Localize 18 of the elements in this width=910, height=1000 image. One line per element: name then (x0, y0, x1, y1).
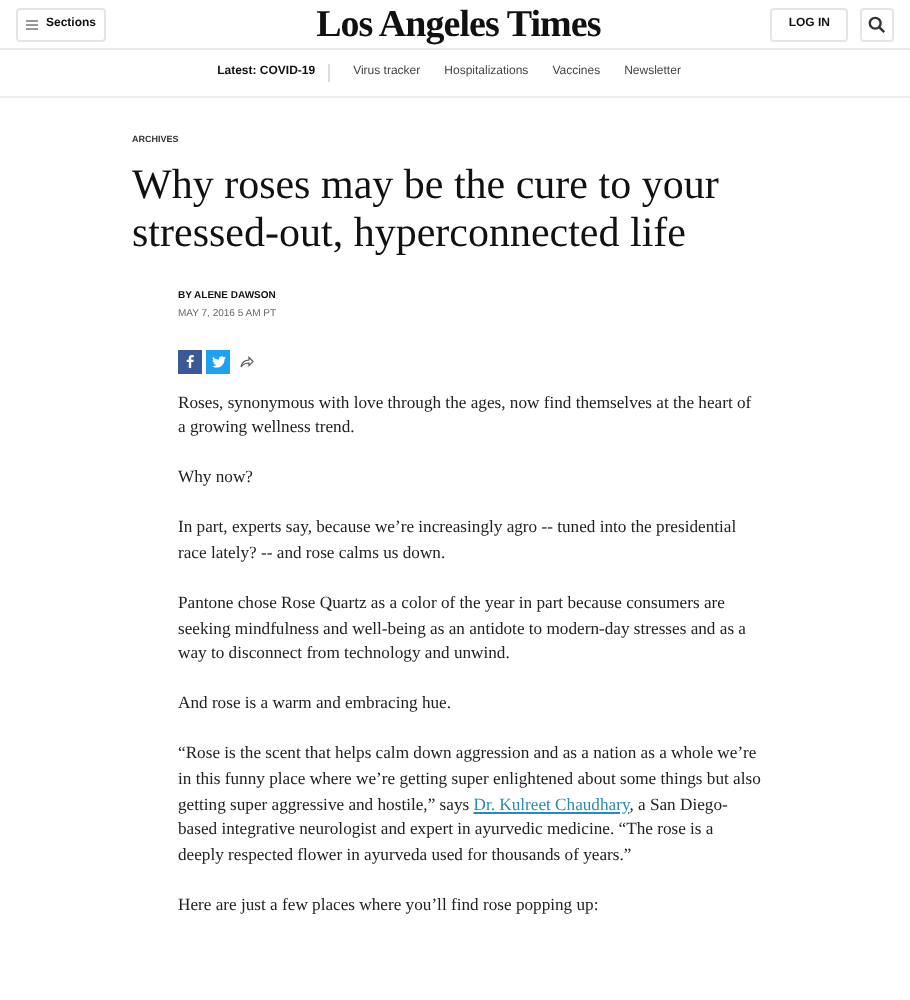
paragraph: “Rose is the scent that helps calm down aggression and as a nation as a whole we’re in this funny place where we’re getting super enlightened about some things but also getting super aggressive and hostile,” says Dr. Kulreet Chaudhary, a San Diego-based integrative neurologist and expert in ayurvedic medicine. “The rose is a deeply respected flower in ayurveda used for thousands of years.” (178, 740, 762, 867)
menu-icon (26, 19, 38, 29)
bird-icon (211, 355, 225, 367)
paragraph: In part, experts say, because we’re increasingly agro -- tuned into the presidential race lately? -- and rose calms us down. (178, 514, 739, 565)
link[interactable]: Dr. Kulreet Chaudhary (473, 793, 630, 814)
facebook-button[interactable] (178, 349, 202, 373)
search-button[interactable] (859, 7, 894, 41)
paragraph: Roses, synonymous with love through the ages, now find themselves at the heart of a growing wellness trend. (178, 389, 754, 440)
paragraph: And rose is a warm and embracing hue. (178, 690, 454, 716)
logo[interactable]: Los Angeles Times (316, 5, 601, 43)
search-icon (867, 15, 886, 33)
share-icon (239, 355, 253, 367)
paragraph: Why now? (178, 464, 255, 490)
paragraph: Here are just a few places where you’ll find rose popping up: (178, 891, 601, 917)
twitter-button[interactable] (206, 349, 230, 373)
paragraph: Pantone chose Rose Quartz as a color of the year in part because consumers are seeking mindfulness and well-being as an antidote to modern-day stresses and as a way to disconnect from technology and unwind. (178, 589, 748, 666)
facebook-icon (186, 354, 194, 368)
headline: Why roses may be the cure to your stressed-out, hyperconnected life (132, 159, 721, 255)
